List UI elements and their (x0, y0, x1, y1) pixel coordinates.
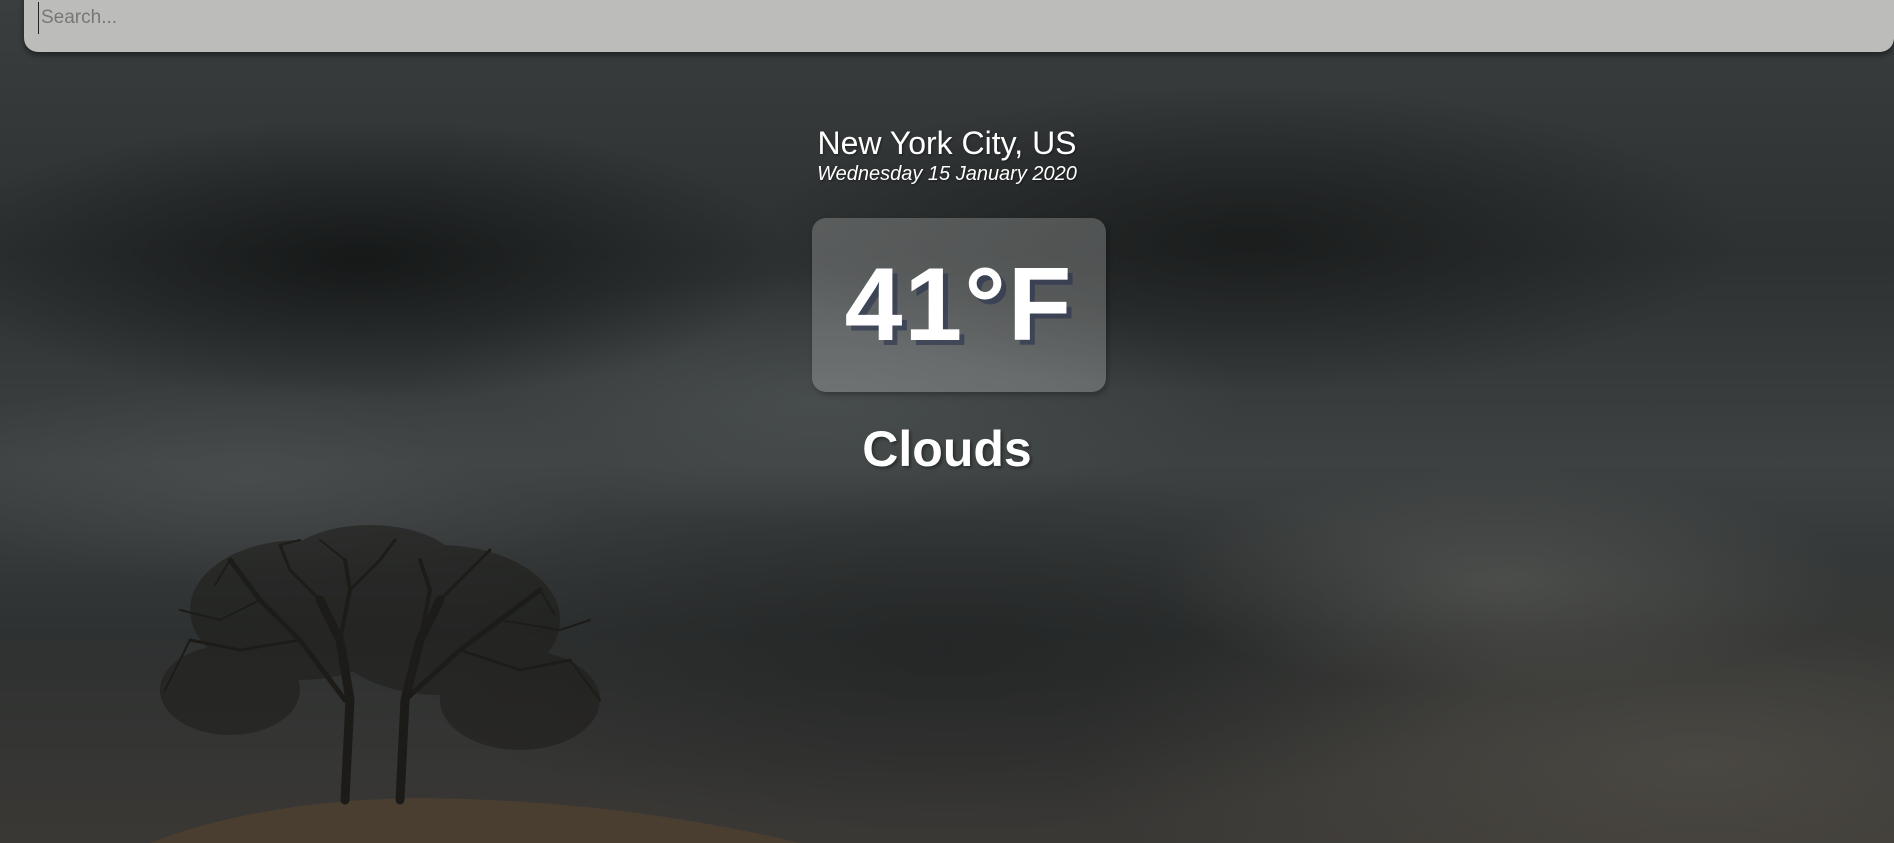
location-label: New York City, US (817, 125, 1077, 161)
hill (150, 798, 800, 843)
search-bar (24, 0, 1894, 52)
tree-canopy (160, 525, 600, 750)
tree-silhouette (164, 538, 601, 805)
temperature-value: 41°F (844, 246, 1074, 363)
temperature-box: 41°F (812, 218, 1106, 392)
search-input[interactable] (38, 2, 1863, 34)
weather-app: New York City, US Wednesday 15 January 2… (0, 0, 1894, 843)
weather-condition: Clouds (862, 421, 1032, 477)
date-label: Wednesday 15 January 2020 (817, 163, 1077, 185)
